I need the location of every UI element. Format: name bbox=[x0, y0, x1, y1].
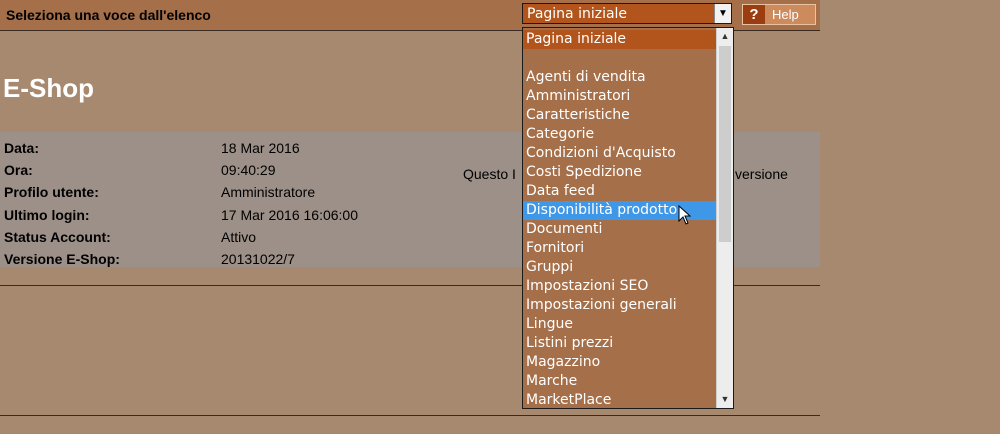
info-label: Data: bbox=[4, 140, 40, 156]
notice-text-left: Questo I bbox=[463, 166, 516, 182]
info-label: Status Account: bbox=[4, 229, 111, 245]
scroll-down-arrow-icon[interactable]: ▼ bbox=[717, 391, 733, 408]
dropdown-option[interactable]: Fornitori bbox=[523, 239, 716, 258]
page-select-value: Pagina iniziale bbox=[527, 6, 628, 22]
chevron-down-icon[interactable]: ▼ bbox=[714, 4, 731, 23]
dropdown-option[interactable] bbox=[523, 49, 716, 68]
info-value: Amministratore bbox=[221, 184, 316, 200]
help-button[interactable]: ? Help bbox=[742, 4, 816, 25]
info-row: Profilo utente: Amministratore bbox=[0, 180, 500, 202]
page-title: E-Shop bbox=[3, 73, 94, 103]
info-label: Profilo utente: bbox=[4, 184, 99, 200]
mouse-pointer-icon bbox=[678, 205, 692, 225]
page-select[interactable]: Pagina iniziale ▼ bbox=[522, 3, 732, 24]
dropdown-option[interactable]: Magazzino bbox=[523, 353, 716, 372]
page-select-dropdown[interactable]: Pagina iniziale Agenti di vendita Amminist… bbox=[522, 27, 734, 409]
dropdown-scrollbar[interactable]: ▲ ▼ bbox=[716, 28, 733, 408]
dropdown-option[interactable]: Categorie bbox=[523, 125, 716, 144]
dropdown-option[interactable]: Caratteristiche bbox=[523, 106, 716, 125]
info-row: Data: 18 Mar 2016 bbox=[0, 136, 500, 158]
info-row: Ultimo login: 17 Mar 2016 16:06:00 bbox=[0, 203, 500, 225]
question-mark-icon: ? bbox=[743, 5, 765, 24]
dropdown-option[interactable]: Agenti di vendita bbox=[523, 68, 716, 87]
dropdown-option[interactable]: Listini prezzi bbox=[523, 334, 716, 353]
dropdown-option[interactable]: Gruppi bbox=[523, 258, 716, 277]
dropdown-option[interactable]: Data feed bbox=[523, 182, 716, 201]
dropdown-option[interactable]: Lingue bbox=[523, 315, 716, 334]
info-row: Versione E-Shop: 20131022/7 bbox=[0, 247, 500, 269]
info-label: Ora: bbox=[4, 162, 33, 178]
dropdown-option[interactable]: Marche bbox=[523, 372, 716, 391]
scroll-up-arrow-icon[interactable]: ▲ bbox=[717, 28, 733, 45]
divider bbox=[0, 415, 820, 416]
info-label: Versione E-Shop: bbox=[4, 251, 120, 267]
info-value: 18 Mar 2016 bbox=[221, 140, 300, 156]
dropdown-option[interactable]: Pagina iniziale bbox=[523, 30, 716, 49]
info-row: Ora: 09:40:29 bbox=[0, 158, 500, 180]
info-label: Ultimo login: bbox=[4, 207, 90, 223]
help-button-label: Help bbox=[772, 7, 799, 22]
dropdown-option[interactable]: Amministratori bbox=[523, 87, 716, 106]
top-bar-title: Seleziona una voce dall'elenco bbox=[6, 7, 211, 23]
info-value: 17 Mar 2016 16:06:00 bbox=[221, 207, 358, 223]
dropdown-option[interactable]: Impostazioni SEO bbox=[523, 277, 716, 296]
info-row: Status Account: Attivo bbox=[0, 225, 500, 247]
notice-text-right: versione bbox=[735, 166, 788, 182]
dropdown-option[interactable]: Condizioni d'Acquisto bbox=[523, 144, 716, 163]
info-value: 20131022/7 bbox=[221, 251, 295, 267]
dropdown-option[interactable]: MarketPlace bbox=[523, 391, 716, 408]
info-value: 09:40:29 bbox=[221, 162, 276, 178]
info-value: Attivo bbox=[221, 229, 257, 245]
dropdown-option[interactable]: Costi Spedizione bbox=[523, 163, 716, 182]
dropdown-option[interactable]: Impostazioni generali bbox=[523, 296, 716, 315]
scrollbar-thumb[interactable] bbox=[719, 46, 731, 242]
